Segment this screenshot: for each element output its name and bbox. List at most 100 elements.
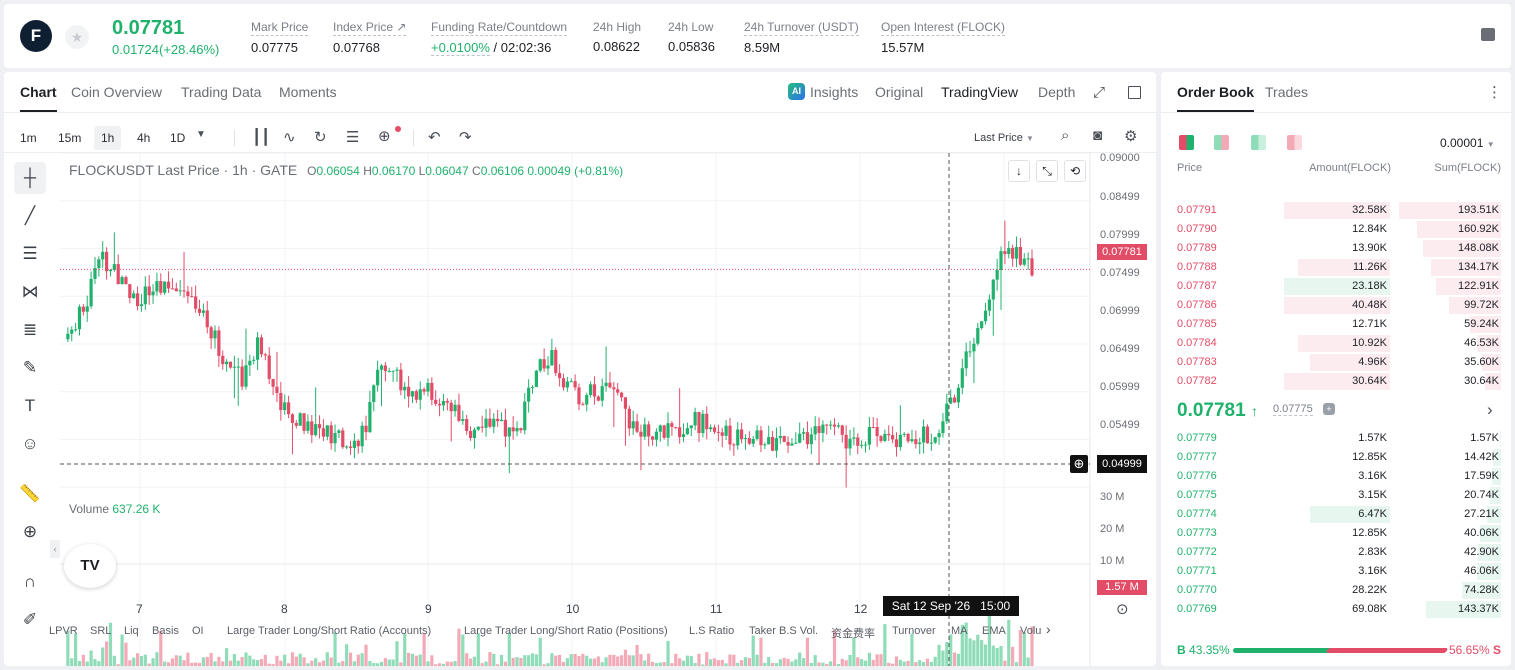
candlestick-chart[interactable] — [4, 153, 1156, 666]
bid-row[interactable]: 0.07775 3.15K 20.74K — [1161, 486, 1511, 505]
tab-trades[interactable]: Trades — [1265, 84, 1308, 100]
candle-type-icon[interactable]: ┃┃ — [252, 128, 270, 146]
indicator-volume[interactable]: Volu — [1020, 625, 1041, 637]
view-asks-icon[interactable] — [1287, 135, 1302, 150]
interval-1h[interactable]: 1h — [94, 126, 122, 150]
ask-row[interactable]: 0.07785 12.71K 59.24K — [1161, 315, 1511, 334]
bid-row[interactable]: 0.07772 2.83K 42.90K — [1161, 543, 1511, 562]
volume-bar — [201, 657, 205, 666]
book-icon[interactable] — [1481, 28, 1495, 41]
row-sum: 46.53K — [1464, 337, 1499, 349]
candle-body — [631, 421, 635, 429]
indicator-basis[interactable]: Basis — [152, 625, 179, 637]
indicator-taker-vol[interactable]: Taker B.S Vol. — [749, 625, 818, 637]
indicator-oi[interactable]: OI — [192, 625, 204, 637]
redo-icon[interactable]: ↷ — [459, 128, 472, 146]
tab-moments[interactable]: Moments — [279, 84, 337, 100]
bid-row[interactable]: 0.07771 3.16K 46.06K — [1161, 562, 1511, 581]
ask-row[interactable]: 0.07787 23.18K 122.91K — [1161, 277, 1511, 296]
tab-chart[interactable]: Chart — [20, 84, 57, 112]
indicator-lt-positions[interactable]: Large Trader Long/Short Ratio (Positions… — [464, 625, 668, 637]
compare-icon[interactable]: ↻ — [314, 128, 327, 146]
candle-body — [658, 425, 662, 432]
camera-icon[interactable]: ◙ — [1093, 127, 1102, 144]
indicator-turnover[interactable]: Turnover — [892, 625, 936, 637]
row-price: 0.07789 — [1177, 242, 1217, 254]
candle-body — [763, 444, 767, 446]
bid-row[interactable]: 0.07779 1.57K 1.57K — [1161, 429, 1511, 448]
interval-4h[interactable]: 4h — [130, 126, 157, 150]
tab-order-book[interactable]: Order Book — [1177, 84, 1255, 112]
candle-body — [701, 413, 705, 434]
row-price: 0.07790 — [1177, 223, 1217, 235]
bid-row[interactable]: 0.07777 12.85K 14.42K — [1161, 448, 1511, 467]
view-split-icon[interactable] — [1214, 135, 1229, 150]
indicator-funding-rate[interactable]: 资金费率 — [831, 625, 875, 641]
bid-row[interactable]: 0.07774 6.47K 27.21K — [1161, 505, 1511, 524]
window-icon[interactable] — [1128, 86, 1141, 99]
tab-tradingview[interactable]: TradingView — [941, 84, 1018, 100]
indicator-ls-ratio[interactable]: L.S Ratio — [689, 625, 734, 637]
interval-15m[interactable]: 15m — [51, 126, 88, 150]
chevron-down-icon[interactable]: ▼ — [196, 129, 206, 140]
volume-bar — [275, 655, 279, 666]
ask-row[interactable]: 0.07789 13.90K 148.08K — [1161, 239, 1511, 258]
template-icon[interactable]: ☰ — [346, 128, 359, 146]
search-icon[interactable]: ⌕ — [1061, 127, 1069, 144]
tab-depth[interactable]: Depth — [1038, 84, 1075, 100]
ask-row[interactable]: 0.07791 32.58K 193.51K — [1161, 201, 1511, 220]
tab-insights[interactable]: Insights — [810, 84, 858, 100]
ask-row[interactable]: 0.07788 11.26K 134.17K — [1161, 258, 1511, 277]
indicator-lt-accounts[interactable]: Large Trader Long/Short Ratio (Accounts) — [227, 625, 431, 637]
arrow-down-icon[interactable]: ↓ — [1008, 160, 1030, 182]
chevron-right-icon[interactable]: › — [1046, 621, 1051, 637]
tradingview-logo[interactable]: TV — [64, 544, 116, 588]
ai-insights-icon[interactable]: AI — [788, 83, 805, 100]
add-indicator-icon[interactable]: ⊕ — [378, 127, 391, 145]
collapse-icon[interactable]: ⤡ — [1036, 160, 1058, 182]
volume-bar — [813, 655, 817, 666]
indicator-ma[interactable]: MA — [951, 625, 968, 637]
indicator-lpvr[interactable]: LPVR — [49, 625, 78, 637]
indicators-icon[interactable]: ∿ — [283, 128, 296, 146]
more-icon[interactable]: ⋮ — [1487, 83, 1502, 101]
indicator-srl[interactable]: SRL — [90, 625, 111, 637]
ask-row[interactable]: 0.07783 4.96K 35.60K — [1161, 353, 1511, 372]
chevron-right-icon[interactable]: › — [1487, 400, 1493, 420]
undo-icon[interactable]: ↶ — [428, 128, 441, 146]
interval-1d[interactable]: 1D — [163, 126, 192, 150]
candle-body — [139, 304, 144, 307]
add-alert-icon[interactable]: ⊕ — [1070, 455, 1088, 473]
volume-bar — [790, 661, 794, 666]
ask-row[interactable]: 0.07786 40.48K 99.72K — [1161, 296, 1511, 315]
volume-bar — [132, 657, 136, 666]
price-type-select[interactable]: Last Price ▼ — [974, 126, 1034, 151]
fullscreen-icon[interactable]: ⤢ — [1093, 84, 1105, 101]
ask-row[interactable]: 0.07784 10.92K 46.53K — [1161, 334, 1511, 353]
volume-bar — [995, 647, 999, 666]
bid-row[interactable]: 0.07770 28.22K 74.28K — [1161, 581, 1511, 600]
gear-icon[interactable]: ⚙ — [1124, 127, 1137, 145]
interval-1m[interactable]: 1m — [13, 126, 44, 150]
chart-settings-icon[interactable]: ⊙ — [1116, 600, 1129, 618]
reset-icon[interactable]: ⟲ — [1064, 160, 1086, 182]
view-bids-icon[interactable] — [1251, 135, 1266, 150]
candle-body — [732, 444, 736, 446]
view-both-icon[interactable] — [1179, 135, 1194, 150]
bid-row[interactable]: 0.07773 12.85K 40.06K — [1161, 524, 1511, 543]
bid-row[interactable]: 0.07776 3.16K 17.59K — [1161, 467, 1511, 486]
chevron-left-icon[interactable]: ‹ — [50, 540, 60, 558]
tab-original[interactable]: Original — [875, 84, 923, 100]
precision-select[interactable]: 0.00001 ▼ — [1440, 136, 1495, 150]
tab-coin-overview[interactable]: Coin Overview — [71, 84, 162, 100]
indicator-ema[interactable]: EMA — [982, 625, 1006, 637]
mark-price[interactable]: 0.07775 — [1273, 403, 1313, 416]
bid-row[interactable]: 0.07769 69.08K 143.37K — [1161, 600, 1511, 619]
tab-trading-data[interactable]: Trading Data — [181, 84, 261, 100]
volume-bar — [465, 653, 469, 666]
indicator-liq[interactable]: Liq — [124, 625, 139, 637]
ask-row[interactable]: 0.07782 30.64K 30.64K — [1161, 372, 1511, 391]
star-icon[interactable]: ★ — [65, 25, 89, 49]
ask-row[interactable]: 0.07790 12.84K 160.92K — [1161, 220, 1511, 239]
volume-bar — [348, 652, 353, 666]
